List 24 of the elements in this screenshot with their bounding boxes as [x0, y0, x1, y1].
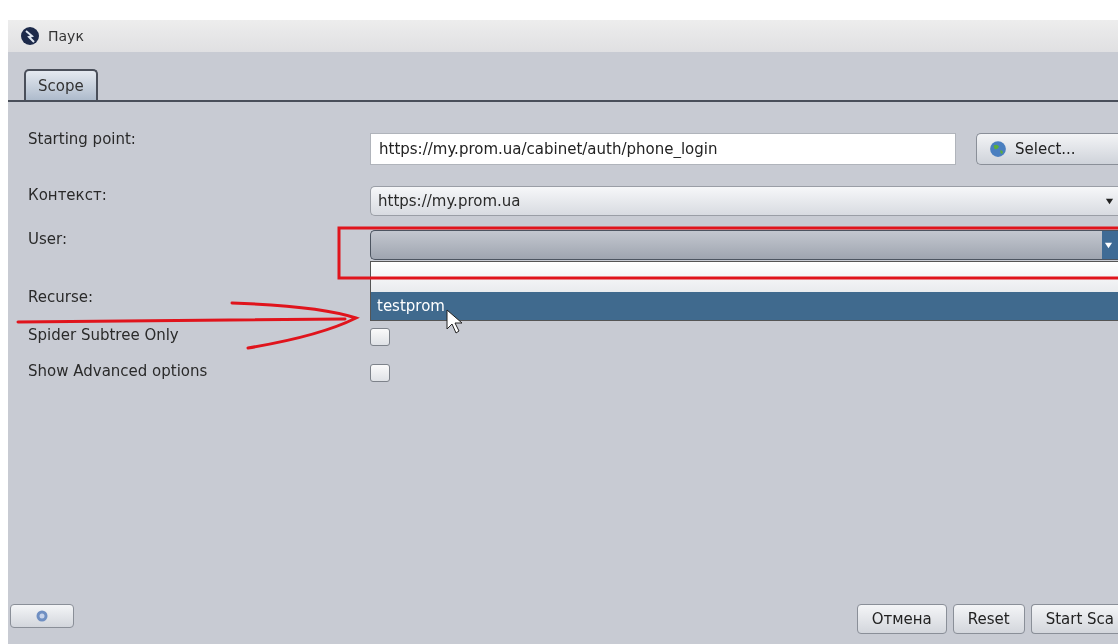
- field-label: Starting point:: [28, 130, 137, 148]
- field-label: User:: [28, 230, 68, 248]
- checkbox[interactable]: [370, 328, 390, 346]
- window-title: Паук: [48, 28, 84, 44]
- dropdown-option[interactable]: testprom: [371, 292, 1118, 320]
- help-button[interactable]: [10, 604, 74, 628]
- caret-icon: [1103, 240, 1113, 250]
- tab[interactable]: Scope: [24, 69, 98, 100]
- user-dropdown[interactable]: [370, 230, 1118, 260]
- checkbox-label: Show Advanced options: [28, 362, 209, 380]
- field-label: Контекст:: [28, 186, 108, 204]
- help-icon: [36, 610, 48, 622]
- app-logo-icon: [20, 26, 40, 46]
- checkbox-label: Spider Subtree Only: [28, 326, 180, 344]
- context-dropdown[interactable]: https://my.prom.ua: [370, 186, 1118, 216]
- select-button[interactable]: Select...: [976, 133, 1118, 165]
- url-field[interactable]: https://my.prom.ua/cabinet/auth/phone_login: [370, 133, 956, 165]
- dialog-button[interactable]: Start Sca: [1030, 604, 1118, 634]
- checkbox[interactable]: [370, 364, 390, 382]
- field-label: Recurse:: [28, 288, 94, 306]
- caret-icon: [1105, 196, 1114, 206]
- dialog-button[interactable]: Отмена: [856, 604, 947, 634]
- dialog-button[interactable]: Reset: [952, 604, 1025, 634]
- globe-icon: [989, 140, 1007, 158]
